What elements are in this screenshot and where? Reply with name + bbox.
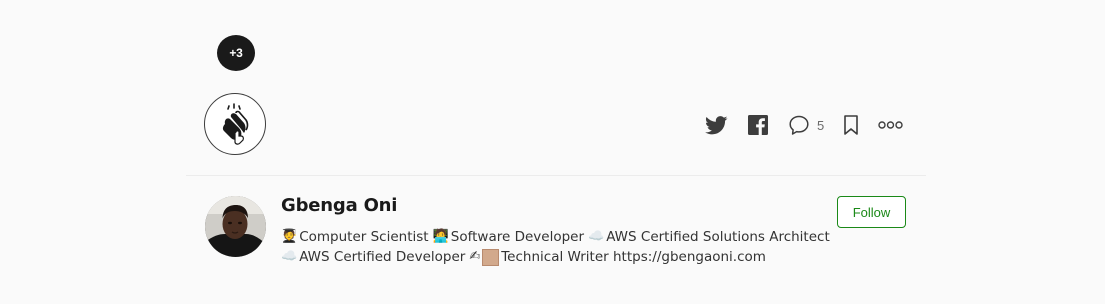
clapping-hands-icon [222, 103, 249, 145]
bio-line-1: 🧑‍🎓 Computer Scientist 🧑‍💻 Software Deve… [281, 227, 841, 247]
writing-hand-emoji: ✍ [469, 249, 481, 264]
bookmark-button[interactable] [842, 114, 860, 136]
bookmark-icon [844, 115, 859, 135]
more-options-button[interactable] [878, 121, 903, 129]
technologist-emoji: 🧑‍💻 [432, 229, 449, 244]
bio-text-aws-developer: AWS Certified Developer [299, 249, 466, 265]
author-avatar[interactable] [205, 196, 266, 257]
twitter-icon [704, 115, 727, 134]
follow-button[interactable]: Follow [837, 196, 906, 228]
author-bio: 🧑‍🎓 Computer Scientist 🧑‍💻 Software Deve… [281, 227, 841, 267]
student-emoji: 🧑‍🎓 [281, 229, 298, 244]
more-dots-icon [878, 121, 903, 129]
twitter-share-button[interactable] [704, 113, 728, 137]
responses-button[interactable]: 5 [788, 114, 824, 136]
facebook-share-button[interactable] [747, 114, 769, 136]
responses-count: 5 [817, 117, 825, 133]
section-divider [186, 175, 926, 176]
bio-text-technical-writer: Technical Writer https://gbengaoni.com [501, 249, 766, 265]
clap-button[interactable] [204, 93, 266, 155]
bio-text-computer-scientist: Computer Scientist [299, 229, 429, 245]
skin-tone-swatch [482, 248, 500, 266]
cloud-emoji: ☁️ [281, 249, 298, 264]
clap-count-badge: +3 [217, 35, 255, 71]
speech-bubble-icon [789, 115, 809, 135]
facebook-icon [748, 115, 768, 135]
cloud-emoji: ☁️ [588, 229, 605, 244]
bio-text-aws-solutions-architect: AWS Certified Solutions Architect [606, 229, 830, 245]
author-name[interactable]: Gbenga Oni [281, 195, 397, 216]
bio-line-2: ☁️ AWS Certified Developer ✍ Technical W… [281, 247, 841, 267]
bio-text-software-developer: Software Developer [450, 229, 584, 245]
share-actions-bar: 5 [704, 113, 903, 137]
